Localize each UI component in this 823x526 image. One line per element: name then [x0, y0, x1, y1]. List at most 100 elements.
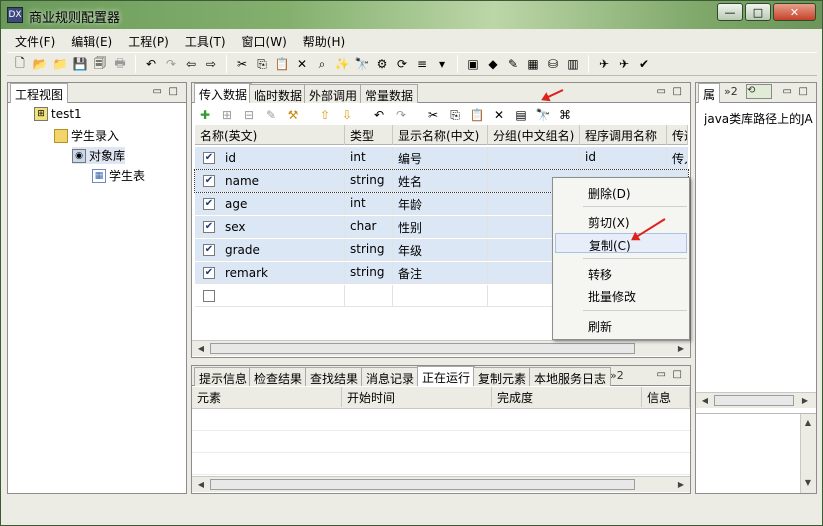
cut-icon[interactable]: ✂ — [233, 55, 251, 73]
tab-external-call[interactable]: 外部调用 — [304, 84, 363, 103]
row-checkbox[interactable]: ✔ — [203, 151, 215, 164]
table-cell[interactable]: string — [345, 261, 393, 284]
scroll-thumb[interactable] — [714, 395, 794, 406]
redo-icon[interactable]: ↷ — [162, 55, 180, 73]
table-cell[interactable]: 备注 — [393, 261, 488, 284]
table-cell[interactable]: ✔ name — [195, 169, 345, 192]
panel-maximize-icon[interactable]: □ — [169, 86, 178, 97]
menu-window[interactable]: 窗口(W) — [234, 31, 295, 51]
column-header[interactable]: 程序调用名称 — [580, 125, 667, 145]
scroll-right-icon[interactable]: ▶ — [674, 478, 688, 492]
panel-minimize-icon[interactable]: ▭ — [783, 86, 792, 97]
tab-bottom-6[interactable]: 本地服务日志 — [529, 367, 612, 386]
link-icon[interactable]: ⚒ — [284, 106, 302, 124]
scroll-thumb[interactable] — [210, 479, 635, 490]
table-cell[interactable]: ✔ grade — [195, 238, 345, 261]
tree-item-object-library[interactable]: ◉ 对象库 — [72, 147, 126, 164]
table-cell[interactable]: 性别 — [393, 215, 488, 238]
view-switch-icon[interactable]: ⟲ — [746, 84, 772, 99]
menu-help[interactable]: 帮助(H) — [295, 31, 353, 51]
table-cell[interactable]: ✔ id — [195, 146, 345, 169]
dropdown-icon[interactable]: ▾ — [433, 55, 451, 73]
indent-icon[interactable]: ≡ — [413, 55, 431, 73]
deploy-check-icon[interactable]: ✔ — [635, 55, 653, 73]
forward-arrow-icon[interactable]: ⇨ — [202, 55, 220, 73]
format-icon[interactable]: ⌘ — [556, 106, 574, 124]
table-cell[interactable]: 年级 — [393, 238, 488, 261]
save-icon[interactable]: 💾 — [71, 55, 89, 73]
pin-icon[interactable]: ✎ — [262, 106, 280, 124]
column-header[interactable]: 显示名称(中文) — [393, 125, 488, 145]
database-icon[interactable]: ⛁ — [544, 55, 562, 73]
tab-bottom-1[interactable]: 检查结果 — [249, 367, 308, 386]
insert-icon[interactable]: ⊞ — [218, 106, 236, 124]
binoculars-icon[interactable]: 🔭 — [534, 106, 552, 124]
copy-icon[interactable]: ⎘ — [253, 55, 271, 73]
column-header[interactable]: 信息 — [642, 387, 690, 407]
folder-dim-icon[interactable]: 📁 — [51, 55, 69, 73]
horizontal-scrollbar[interactable]: ◀ ▶ — [192, 476, 690, 492]
tab-project-view[interactable]: 工程视图 — [10, 83, 69, 103]
find-icon[interactable]: ⌕ — [313, 55, 331, 73]
package-icon[interactable]: ▣ — [464, 55, 482, 73]
table-cell[interactable]: ✔ remark — [195, 261, 345, 284]
tab-bottom-4[interactable]: 正在运行 — [417, 366, 476, 386]
minimize-button[interactable]: — — [717, 3, 743, 21]
back-arrow-icon[interactable]: ⇦ — [182, 55, 200, 73]
scroll-left-icon[interactable]: ◀ — [194, 342, 208, 356]
open-folder-icon[interactable]: 📂 — [31, 55, 49, 73]
row-checkbox[interactable]: ✔ — [203, 266, 215, 279]
column-header[interactable]: 开始时间 — [342, 387, 492, 407]
edit-rule-icon[interactable]: ✎ — [504, 55, 522, 73]
tab-bottom-2[interactable]: 查找结果 — [305, 367, 364, 386]
refresh-icon[interactable]: ⟳ — [393, 55, 411, 73]
properties-icon[interactable]: ⚙ — [373, 55, 391, 73]
tab-temp-data[interactable]: 临时数据 — [249, 84, 308, 103]
menu-tools[interactable]: 工具(T) — [177, 31, 234, 51]
delete-icon[interactable]: ✕ — [490, 106, 508, 124]
table-cell[interactable]: string — [345, 238, 393, 261]
panel-minimize-icon[interactable]: ▭ — [657, 86, 666, 97]
delete-icon[interactable]: ✕ — [293, 55, 311, 73]
wand-icon[interactable]: ✨ — [333, 55, 351, 73]
column-header[interactable]: 完成度 — [492, 387, 642, 407]
table-cell[interactable]: char — [345, 215, 393, 238]
scroll-down-icon[interactable]: ▼ — [801, 476, 815, 490]
menu-edit[interactable]: 编辑(E) — [63, 31, 120, 51]
scroll-thumb[interactable] — [210, 343, 635, 354]
table-cell[interactable]: 编号 — [393, 146, 488, 169]
table-cell[interactable]: string — [345, 169, 393, 192]
horizontal-scrollbar[interactable]: ◀ ▶ — [192, 340, 690, 356]
cube-icon[interactable]: ▦ — [524, 55, 542, 73]
menu-item-cut[interactable]: 剪切(X) — [555, 211, 687, 231]
redo-icon[interactable]: ↷ — [392, 106, 410, 124]
print-icon[interactable]: 🖶 — [111, 55, 129, 73]
new-file-icon[interactable]: 🗋 — [11, 55, 29, 73]
deploy-icon[interactable]: ✈ — [595, 55, 613, 73]
tree-item-test1[interactable]: ⊞ test1 — [34, 107, 82, 121]
copy-icon[interactable]: ⎘ — [446, 106, 464, 124]
tree-item-student-table[interactable]: ▦ 学生表 — [92, 167, 145, 184]
paste-icon[interactable]: 📋 — [468, 106, 486, 124]
close-button[interactable]: ✕ — [773, 3, 816, 21]
vertical-scrollbar[interactable]: ▲ ▼ — [800, 414, 816, 493]
table-cell[interactable] — [345, 284, 393, 307]
menu-item-batch-edit[interactable]: 批量修改 — [555, 285, 687, 305]
column-header[interactable]: 元素 — [192, 387, 342, 407]
undo-icon[interactable]: ↶ — [142, 55, 160, 73]
tab-bottom-5[interactable]: 复制元素 — [473, 367, 532, 386]
scroll-left-icon[interactable]: ◀ — [194, 478, 208, 492]
menu-item-delete[interactable]: 删除(D) — [555, 182, 687, 202]
row-checkbox[interactable]: ✔ — [203, 174, 215, 187]
row-checkbox[interactable] — [203, 289, 215, 302]
menu-item-refresh[interactable]: 刷新 — [555, 315, 687, 335]
tab-overflow[interactable]: »2 — [724, 85, 738, 98]
row-checkbox[interactable]: ✔ — [203, 220, 215, 233]
maximize-button[interactable]: □ — [745, 3, 771, 21]
horizontal-scrollbar[interactable]: ◀ ▶ — [696, 392, 816, 408]
tree-item-student-entry[interactable]: 学生录入 — [54, 127, 119, 144]
books-icon[interactable]: ▥ — [564, 55, 582, 73]
undo-icon[interactable]: ↶ — [370, 106, 388, 124]
tab-properties[interactable]: 属 — [698, 83, 721, 103]
table-cell[interactable]: int — [345, 192, 393, 215]
